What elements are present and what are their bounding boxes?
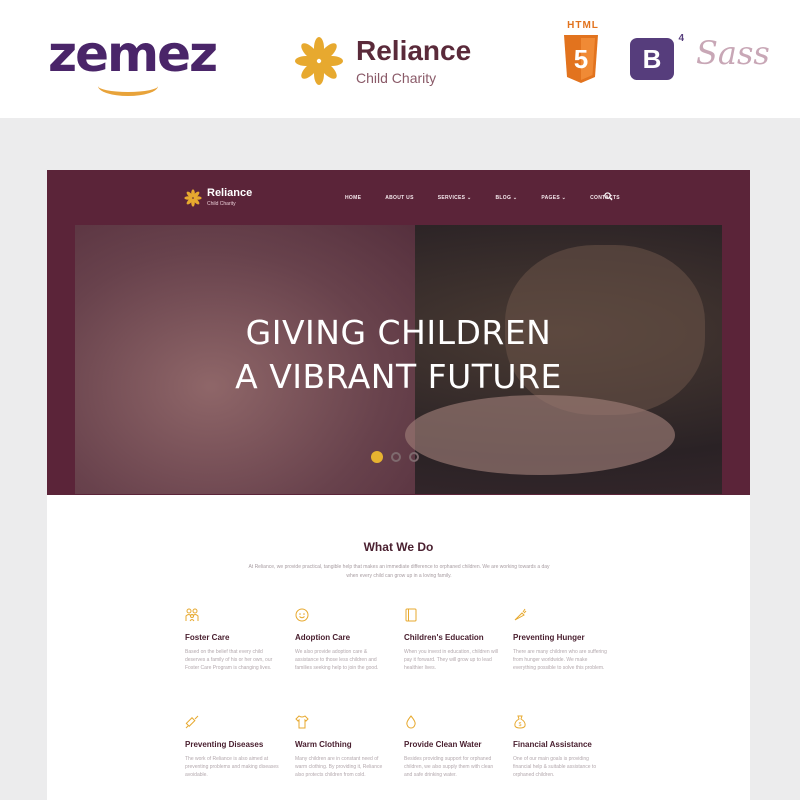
- feature-text: We also provide adoption care & assistan…: [295, 649, 379, 671]
- slider-pagination: [371, 451, 427, 463]
- smile-icon: [295, 608, 309, 622]
- carrot-icon: [514, 608, 527, 621]
- html5-label: HTML: [567, 20, 599, 31]
- feature-card: Children's Education When you invest in …: [404, 608, 499, 672]
- bootstrap-glyph: B: [642, 43, 662, 74]
- book-icon: [405, 608, 417, 622]
- nav-services[interactable]: SERVICES ⌄: [438, 195, 472, 201]
- feature-text: The work of Reliance is also aimed at pr…: [185, 756, 279, 778]
- marketing-header: zemez Reliance Child Charity HTML 5 B 4 …: [0, 0, 800, 118]
- zemez-smile-icon: [98, 76, 158, 96]
- feature-title: Preventing Hunger: [513, 633, 585, 642]
- section-title: What We Do: [363, 540, 434, 554]
- slider-dot[interactable]: [391, 452, 401, 462]
- hero-image-hand: [405, 395, 675, 475]
- slider-dot-active[interactable]: [371, 451, 383, 463]
- shirt-icon: [295, 715, 309, 729]
- nav-pages[interactable]: PAGES ⌄: [541, 195, 566, 201]
- flower-icon: [184, 188, 202, 207]
- feature-card: Provide Clean Water Besides providing su…: [404, 715, 499, 779]
- feature-title: Warm Clothing: [295, 740, 352, 749]
- zemez-wordmark: zemez: [48, 25, 218, 83]
- feature-text: One of our main goals is providing finan…: [513, 756, 597, 778]
- brand-name: Reliance: [356, 35, 472, 66]
- search-icon[interactable]: [604, 192, 613, 201]
- brand-logo: Reliance Child Charity: [294, 36, 471, 86]
- site-logo-name: Reliance: [207, 187, 253, 199]
- nav-blog[interactable]: BLOG ⌄: [496, 195, 518, 201]
- bootstrap-version: 4: [678, 33, 684, 44]
- svg-text:$: $: [519, 722, 522, 728]
- syringe-icon: [185, 715, 199, 729]
- feature-text: When you invest in education, children w…: [404, 649, 498, 671]
- nav-home[interactable]: HOME: [345, 195, 361, 201]
- feature-text: Based on the belief that every child des…: [185, 649, 273, 671]
- hero-title-line2: A VIBRANT FUTURE: [235, 357, 562, 396]
- drop-icon: [406, 715, 416, 729]
- feature-card: Warm Clothing Many children are in const…: [295, 715, 390, 779]
- feature-text: Besides providing support for orphaned c…: [404, 756, 494, 778]
- feature-card: $ Financial Assistance One of our main g…: [513, 715, 608, 779]
- sass-icon: Sass: [696, 34, 770, 72]
- bootstrap-icon: B 4: [630, 33, 684, 80]
- hero-title: GIVING CHILDREN A VIBRANT FUTURE: [75, 311, 722, 399]
- feature-card: Preventing Hunger There are many childre…: [513, 608, 608, 672]
- family-icon: [185, 608, 199, 622]
- slider-dot[interactable]: [409, 452, 419, 462]
- moneybag-icon: $: [514, 715, 526, 729]
- hero-title-line1: GIVING CHILDREN: [245, 313, 552, 352]
- nav-about[interactable]: ABOUT US: [385, 195, 414, 201]
- html5-glyph: 5: [574, 44, 588, 74]
- section-intro: At Reliance, we provide practical, tangi…: [248, 564, 550, 579]
- flower-icon: [295, 37, 343, 85]
- feature-title: Foster Care: [185, 633, 230, 642]
- feature-title: Preventing Diseases: [185, 740, 264, 749]
- brand-tagline: Child Charity: [356, 70, 437, 86]
- feature-card: Foster Care Based on the belief that eve…: [185, 608, 280, 672]
- feature-text: There are many children who are sufferin…: [513, 649, 607, 671]
- site-logo-tagline: Child Charity: [207, 201, 236, 207]
- feature-text: Many children are in constant need of wa…: [295, 756, 383, 778]
- feature-title: Financial Assistance: [513, 740, 592, 749]
- feature-title: Children's Education: [404, 633, 484, 642]
- feature-title: Adoption Care: [295, 633, 351, 642]
- zemez-logo[interactable]: zemez: [48, 25, 218, 96]
- html5-icon: HTML 5: [562, 20, 604, 90]
- template-preview: Reliance Child Charity HOME ABOUT US SER…: [47, 170, 750, 800]
- nav-menu: HOME ABOUT US SERVICES ⌄ BLOG ⌄ PAGES ⌄ …: [345, 195, 644, 201]
- site-navbar: Reliance Child Charity HOME ABOUT US SER…: [47, 170, 750, 225]
- feature-card: Preventing Diseases The work of Reliance…: [185, 715, 280, 779]
- hero-slider[interactable]: GIVING CHILDREN A VIBRANT FUTURE: [75, 225, 722, 494]
- site-logo[interactable]: Reliance Child Charity: [184, 188, 252, 207]
- html5-shield-icon: 5: [564, 35, 598, 83]
- feature-card: Adoption Care We also provide adoption c…: [295, 608, 390, 672]
- feature-title: Provide Clean Water: [404, 740, 482, 749]
